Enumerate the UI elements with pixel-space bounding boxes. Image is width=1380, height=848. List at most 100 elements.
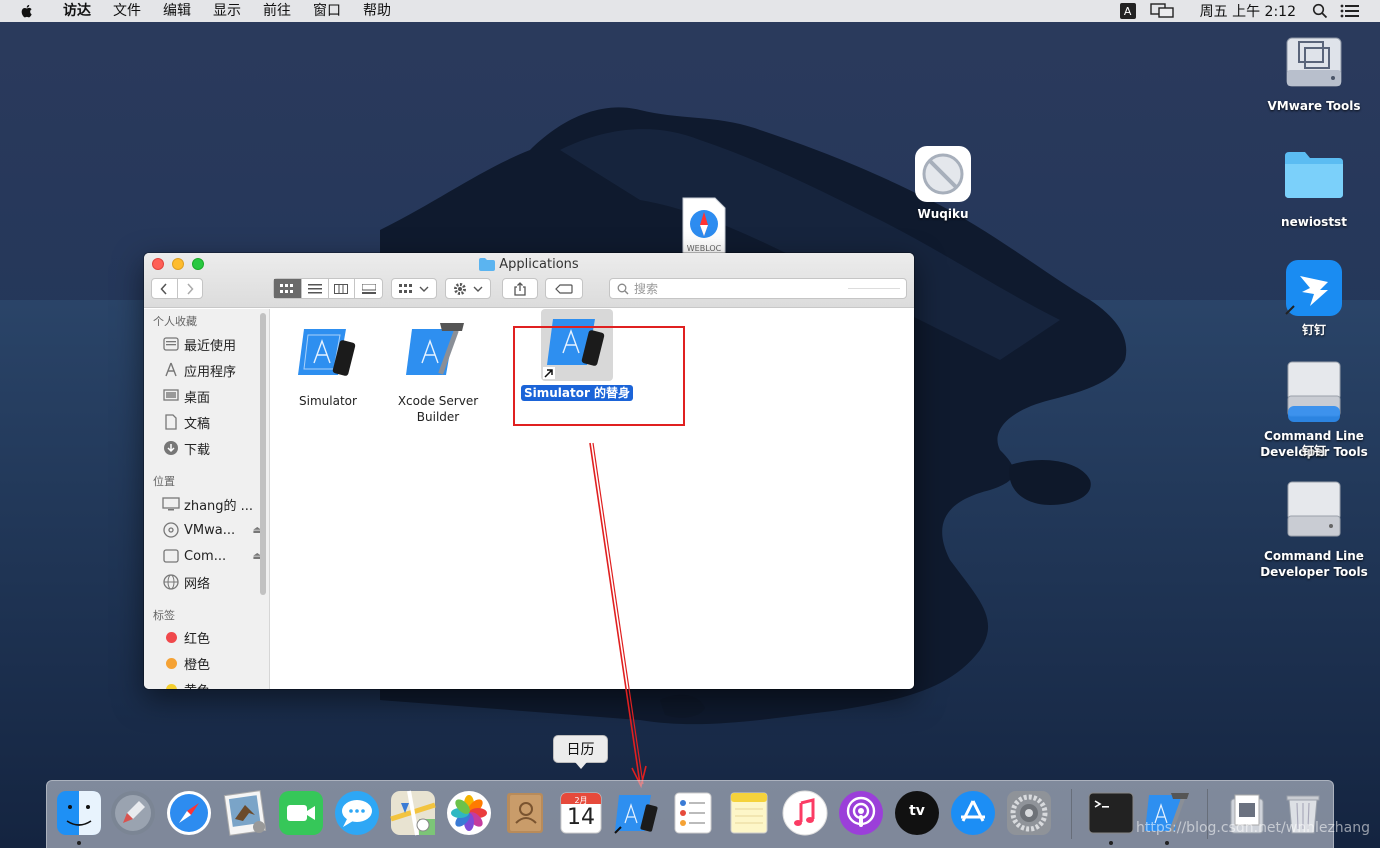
sidebar-item-command-line-tools[interactable]: Com... ⏏ [162, 545, 269, 567]
dock-notes[interactable] [725, 789, 773, 837]
podcasts-icon [839, 791, 883, 835]
notes-icon [730, 792, 768, 834]
gear-icon [1007, 791, 1051, 835]
sidebar-item-downloads[interactable]: 下载 [162, 437, 269, 459]
action-menu-button[interactable] [445, 278, 491, 299]
icon-view-button[interactable] [274, 279, 302, 298]
dock-messages[interactable] [333, 789, 381, 837]
window-title: Applications [144, 257, 914, 272]
dock-simulator[interactable] [613, 789, 661, 837]
drive-icon [1287, 361, 1341, 422]
finder-titlebar[interactable]: Applications 搜索 [144, 253, 914, 308]
file-item-label: Xcode Server Builder [397, 394, 479, 424]
recents-icon [162, 335, 180, 353]
drive-icon [162, 547, 180, 565]
computer-icon [162, 495, 180, 513]
chevron-down-icon [473, 286, 483, 292]
running-indicator [77, 841, 81, 845]
webloc-badge: WEBLOC [686, 244, 722, 253]
file-item-simulator-alias[interactable]: Simulator 的替身 [517, 309, 637, 401]
gallery-view-button[interactable] [355, 279, 382, 298]
document-icon [162, 413, 180, 431]
sidebar-item-recents[interactable]: 最近使用 [162, 333, 269, 355]
file-item-xcode-server-builder[interactable]: Xcode Server Builder [383, 319, 493, 425]
dock-reminders[interactable] [669, 789, 717, 837]
desktop-icon-vmware-tools[interactable]: VMware Tools [1259, 30, 1369, 114]
column-view-button[interactable] [329, 279, 356, 298]
dock-maps[interactable] [389, 789, 437, 837]
spotlight-search-icon[interactable] [1312, 3, 1328, 19]
file-item-label: Simulator [299, 394, 357, 408]
sidebar-item-network[interactable]: 网络 [162, 571, 269, 593]
contacts-book-icon [507, 793, 543, 833]
sidebar-item-documents[interactable]: 文稿 [162, 411, 269, 433]
menubar-clock[interactable]: 周五 上午 2:12 [1200, 1, 1296, 21]
group-by-button[interactable] [391, 278, 437, 299]
dock-finder[interactable] [55, 789, 103, 845]
dock-music[interactable] [781, 789, 829, 837]
grid-icon [280, 283, 294, 293]
list-view-button[interactable] [302, 279, 329, 298]
search-field[interactable]: 搜索 [609, 278, 907, 299]
dock-preview-app[interactable] [221, 789, 269, 837]
sidebar-item-computer[interactable]: zhang的 ... [162, 493, 269, 515]
display-mirroring-icon[interactable] [1149, 3, 1174, 19]
menu-go[interactable]: 前往 [252, 0, 302, 22]
dock-launchpad[interactable] [109, 789, 157, 837]
gallery-icon [361, 283, 376, 294]
menu-view[interactable]: 显示 [202, 0, 252, 22]
sidebar-item-tag-yellow[interactable]: 黄色 [162, 678, 269, 689]
dock-apple-tv[interactable]: tv [893, 789, 941, 837]
share-button[interactable] [502, 278, 538, 299]
dock-facetime[interactable] [277, 789, 325, 837]
sidebar-item-tag-red[interactable]: 红色 [162, 626, 269, 648]
menu-edit[interactable]: 编辑 [152, 0, 202, 22]
input-method-badge[interactable]: A [1119, 3, 1136, 19]
menu-window[interactable]: 窗口 [302, 0, 352, 22]
download-icon [162, 439, 180, 457]
sidebar-item-tag-orange[interactable]: 橙色 [162, 652, 269, 674]
photos-flower-icon [447, 791, 491, 835]
tag-icon [555, 283, 573, 294]
sidebar-item-applications[interactable]: 应用程序 [162, 359, 269, 381]
desktop-icon-command-line-tools-2[interactable]: Command Line Developer Tools [1259, 480, 1369, 580]
tag-dot-red [166, 631, 177, 643]
sidebar-item-label: 网络 [184, 576, 211, 592]
menu-help[interactable]: 帮助 [352, 0, 402, 22]
file-item-simulator[interactable]: Simulator [273, 323, 383, 409]
sidebar-section-favorites: 个人收藏 [153, 315, 197, 328]
messages-bubble-icon [335, 791, 379, 835]
disc-icon [162, 521, 180, 539]
dock-safari[interactable] [165, 789, 213, 837]
desktop-icon-dingding[interactable]: 钉钉 [1259, 258, 1369, 338]
dock-terminal[interactable] [1087, 789, 1135, 845]
dock: 2月 14 tv [46, 780, 1334, 848]
sidebar-item-vmware[interactable]: VMwa... ⏏ [162, 519, 269, 541]
desktop-icon-command-line-tools-1[interactable]: 钉钉 Command Line Developer Tools [1259, 360, 1369, 460]
dock-photos[interactable] [445, 789, 493, 837]
back-button[interactable] [152, 279, 178, 298]
running-indicator [1109, 841, 1113, 845]
sidebar-item-desktop[interactable]: 桌面 [162, 385, 269, 407]
dock-contacts[interactable] [501, 789, 549, 837]
forward-button[interactable] [178, 279, 203, 298]
dock-podcasts[interactable] [837, 789, 885, 837]
desktop-icon-label: 钉钉 [1301, 323, 1326, 337]
chevron-right-icon [187, 282, 194, 295]
menu-file[interactable]: 文件 [102, 0, 152, 22]
dock-app-store[interactable] [949, 789, 997, 837]
desktop-icon-wuqiku[interactable]: Wuqiku [888, 146, 998, 222]
search-placeholder: 搜索 [634, 282, 659, 296]
menu-bar: 访达 文件 编辑 显示 前往 窗口 帮助 A 周五 上午 2:12 [0, 0, 1380, 22]
desktop-icon-newiostst[interactable]: newiostst [1259, 148, 1369, 230]
xcode-hammer-app-icon [406, 323, 464, 375]
sidebar-scrollbar[interactable] [260, 313, 266, 595]
edit-tags-button[interactable] [545, 278, 583, 299]
dock-calendar[interactable]: 2月 14 [557, 789, 605, 837]
dock-system-preferences[interactable] [1005, 789, 1053, 837]
sidebar-item-label: zhang的 ... [184, 498, 254, 514]
apple-menu-icon[interactable] [18, 2, 36, 20]
menu-finder[interactable]: 访达 [52, 0, 102, 22]
notification-center-icon[interactable] [1340, 3, 1360, 19]
desktop-icon-webloc[interactable]: WEBLOC [649, 196, 759, 254]
